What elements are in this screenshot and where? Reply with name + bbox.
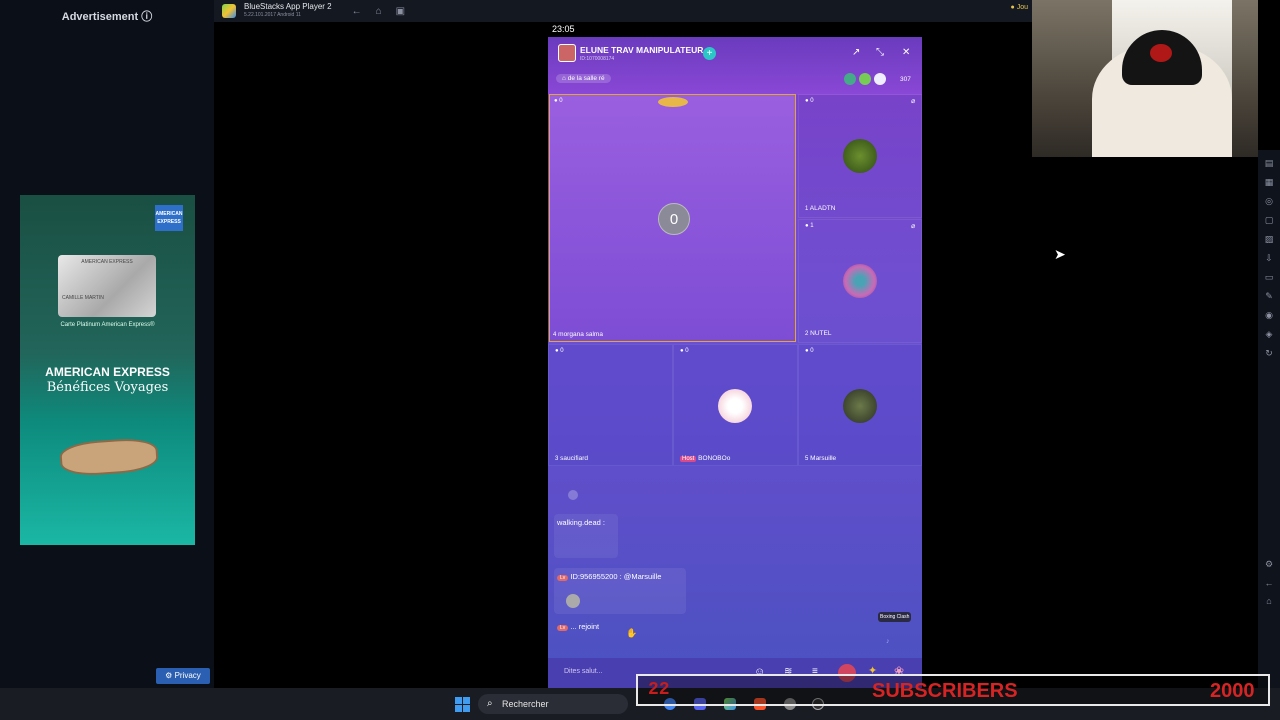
seat-avatar[interactable] — [843, 264, 877, 298]
chat-user: walking.dead : — [557, 518, 605, 527]
viewer-avatar[interactable] — [844, 73, 856, 85]
emulator-sidebar: ▤ ▦ ◎ ▢ ▨ ⇩ ▭ ✎ ◉ ◈ ↻ ⚙ ← ⌂ — [1258, 150, 1280, 688]
room-tag[interactable]: ⌂ de la salle ré — [556, 74, 611, 83]
crown-icon — [658, 97, 688, 107]
phone-screen: 23:05 ELUNE TRAV MANIPULATEUR ID:1070008… — [548, 22, 922, 688]
emulator-title: BlueStacks App Player 2 5.22.101.2017 An… — [244, 2, 332, 20]
taskbar-search-input[interactable]: Rechercher — [478, 694, 628, 714]
rotate-icon[interactable]: ↻ — [1265, 348, 1273, 359]
webcam-overlay — [1032, 0, 1258, 157]
close-icon[interactable]: ✕ — [902, 47, 910, 58]
ad-banner[interactable]: AMERICAN EXPRESS AMERICAN EXPRESS CAMILL… — [20, 195, 195, 545]
gamepad-icon[interactable]: ▦ — [1265, 177, 1274, 188]
seat-avatar[interactable] — [718, 389, 752, 423]
game-center-label[interactable]: ● Jou — [1011, 4, 1028, 11]
bluestacks-logo-icon — [222, 4, 236, 18]
seat-2[interactable]: ● 1 ⌀ 2 NUTEL — [798, 219, 922, 343]
layers-icon[interactable]: ◈ — [1266, 329, 1273, 340]
viewer-avatar[interactable] — [874, 73, 886, 85]
subscriber-goal-overlay: 22 SUBSCRIBERS 2000 — [636, 674, 1270, 706]
seat-label: 3 saucifiard — [555, 455, 588, 462]
ad-subtitle: Bénéfices Voyages — [46, 380, 169, 395]
seat-1[interactable]: ● 0 ⌀ 1 ALADTN — [798, 94, 922, 218]
game-badge[interactable]: Boxing Clash — [878, 612, 912, 622]
room-name: ELUNE TRAV MANIPULATEUR — [580, 45, 704, 55]
mic-off-icon: ⌀ — [911, 98, 916, 105]
seat-avatar[interactable] — [843, 389, 877, 423]
mic-icon[interactable]: ♪ — [886, 638, 890, 645]
seat-label: 5 Marsuille — [805, 455, 837, 462]
folder-icon[interactable]: ▭ — [1265, 272, 1274, 283]
viewer-count[interactable]: 307 — [900, 76, 911, 83]
credit-card-image: AMERICAN EXPRESS CAMILLE MARTIN — [58, 255, 156, 317]
follow-button[interactable]: + — [703, 47, 716, 60]
seat-3[interactable]: ● 0 3 saucifiard — [548, 344, 673, 466]
room-id: ID:1070008174 — [580, 56, 615, 62]
home-icon[interactable]: ⌂ — [376, 6, 382, 17]
chat-input[interactable]: Dites salut... — [564, 668, 603, 675]
room-avatar[interactable] — [558, 44, 576, 62]
seat-host[interactable]: ● 0 Host BONOBOo — [673, 344, 798, 466]
windows-start-icon[interactable] — [455, 697, 470, 712]
install-apk-icon[interactable]: ⇩ — [1265, 253, 1273, 264]
seat-label: 2 NUTEL — [805, 330, 832, 337]
keyboard-icon[interactable]: ▤ — [1265, 158, 1274, 169]
media-icon[interactable]: ▨ — [1265, 234, 1274, 245]
seat-avatar[interactable] — [843, 139, 877, 173]
coin-count: ● 0 — [680, 348, 689, 354]
coin-count: ● 0 — [554, 98, 563, 104]
home-nav-icon[interactable]: ⌂ — [1266, 596, 1271, 606]
ad-column: Advertisement ⓘ AMERICAN EXPRESS AMERICA… — [0, 0, 214, 688]
bulls-logo-icon — [1150, 44, 1172, 62]
boat-image — [58, 436, 160, 478]
room-header: ELUNE TRAV MANIPULATEUR ID:1070008174 + … — [548, 37, 922, 95]
seat-5[interactable]: ● 0 5 Marsuille — [798, 344, 922, 466]
chat-user: Lv ... rejoint — [557, 622, 599, 631]
chat-area[interactable]: walking.dead : Lv ID:956955200 : @Marsui… — [548, 466, 922, 688]
app-name: BlueStacks App Player 2 — [244, 2, 332, 11]
coin-count: ● 0 — [555, 348, 564, 354]
seat-label: Host BONOBOo — [680, 455, 731, 462]
location-icon[interactable]: ◉ — [1265, 310, 1273, 321]
app-version: 5.22.101.2017 Android 11 — [244, 12, 301, 18]
mouse-cursor-icon: ➤ — [1054, 246, 1066, 262]
emulator-titlebar: BlueStacks App Player 2 5.22.101.2017 An… — [214, 0, 1032, 22]
status-clock: 23:05 — [552, 24, 575, 34]
card-caption: Carte Platinum American Express® — [60, 322, 155, 328]
seat-label: 4 morgana salma — [553, 331, 603, 338]
coin-count: ● 0 — [805, 348, 814, 354]
coin-count: ● 0 — [805, 98, 814, 104]
seat-label: 1 ALADTN — [805, 205, 836, 212]
record-icon[interactable]: ▢ — [1265, 215, 1274, 226]
back-nav-icon[interactable]: ← — [1265, 578, 1274, 588]
amex-logo: AMERICAN EXPRESS — [155, 205, 183, 231]
chat-avatar — [566, 594, 580, 608]
multi-instance-icon[interactable]: ▣ — [396, 6, 405, 17]
share-icon[interactable]: ↗ — [852, 47, 860, 58]
viewer-avatar[interactable] — [859, 73, 871, 85]
card-holder: CAMILLE MARTIN — [62, 295, 104, 301]
minimize-icon[interactable]: ⤡ — [876, 47, 884, 58]
search-icon: ⌕ — [487, 698, 493, 709]
status-bar: 23:05 — [548, 22, 922, 37]
privacy-button[interactable]: ⚙ Privacy — [156, 668, 210, 684]
card-brand-text: AMERICAN EXPRESS — [81, 259, 133, 265]
seat-avatar[interactable]: 0 — [658, 203, 690, 235]
coin-count: ● 1 — [805, 223, 814, 229]
ad-label: Advertisement ⓘ — [61, 11, 153, 23]
seat-main[interactable]: ● 0 0 4 morgana salma — [549, 94, 796, 342]
back-icon[interactable]: ← — [352, 6, 362, 17]
subscriber-goal: 2000 — [1210, 680, 1255, 702]
gear-icon: ⚙ — [165, 671, 175, 680]
settings-icon[interactable]: ⚙ — [1265, 559, 1273, 570]
mic-off-icon: ⌀ — [911, 223, 916, 230]
subscriber-label: SUBSCRIBERS — [872, 680, 1018, 702]
ad-title: AMERICAN EXPRESS — [45, 365, 170, 379]
loading-dot — [568, 490, 578, 500]
subscriber-count: 22 — [648, 680, 670, 700]
chat-user: Lv ID:956955200 : @Marsuille — [557, 572, 661, 581]
eco-mode-icon[interactable]: ✎ — [1265, 291, 1273, 302]
screenshot-icon[interactable]: ◎ — [1265, 196, 1273, 207]
wave-icon: ✋ — [626, 628, 638, 638]
